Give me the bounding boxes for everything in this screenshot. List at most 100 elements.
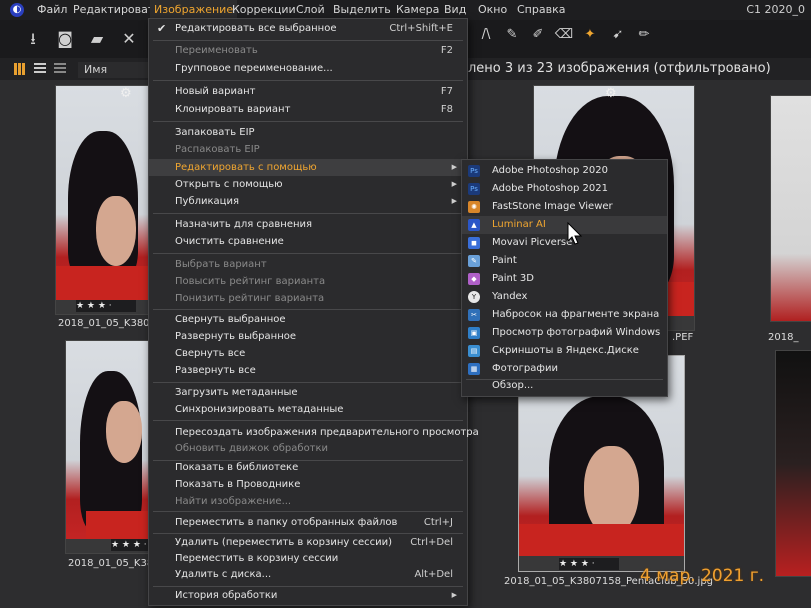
app-paint-3d[interactable]: ◆ Paint 3D [462, 270, 667, 288]
menu-item-find-image[interactable]: Найти изображение... [149, 493, 467, 510]
app-movavi[interactable]: ◼ Movavi Picverse [462, 234, 667, 252]
photoshop-icon: Ps [468, 183, 480, 195]
menu-image[interactable]: Изображение [150, 0, 238, 20]
menu-help[interactable]: Справка [517, 0, 565, 20]
gear-icon[interactable]: ⚙ [120, 86, 132, 101]
menu-item-sync-metadata[interactable]: Синхронизировать метаданные [149, 401, 467, 418]
menu-file[interactable]: Файл [37, 0, 67, 20]
app-photoshop-2021[interactable]: Ps Adobe Photoshop 2021 [462, 180, 667, 198]
close-icon[interactable]: ✕ [118, 28, 140, 50]
selection-status: елено 3 из 23 изображения (отфильтровано… [460, 61, 771, 76]
menu-item-new-variant[interactable]: Новый вариант F7 [149, 83, 467, 100]
app-photoshop-2020[interactable]: Ps Adobe Photoshop 2020 [462, 162, 667, 180]
grid-view-icon[interactable] [14, 63, 26, 75]
windows-photo-viewer-icon: ▣ [468, 327, 480, 339]
menu-item-clone-variant[interactable]: Клонировать вариант F8 [149, 101, 467, 118]
snip-sketch-icon: ✂ [468, 309, 480, 321]
paint3d-icon: ◆ [468, 273, 480, 285]
menu-item-open-with[interactable]: Открыть с помощью ▶ [149, 176, 467, 193]
photoshop-icon: Ps [468, 165, 480, 177]
menu-view[interactable]: Вид [444, 0, 466, 20]
list-view-icon[interactable] [34, 63, 46, 75]
menu-item-regenerate-previews[interactable]: Пересоздать изображения предварительного… [149, 424, 479, 441]
menu-item-edit-all-selected[interactable]: ✔ Редактировать все выбранное Ctrl+Shift+E [149, 20, 467, 37]
annotate-icon[interactable]: ✏ [634, 24, 654, 46]
browse-button[interactable]: Обзор... [462, 377, 667, 395]
brush-icon[interactable]: ✐ [528, 24, 548, 46]
menu-item-load-metadata[interactable]: Загрузить метаданные [149, 384, 467, 401]
heal-tool-icon[interactable]: ✦ [580, 24, 600, 46]
sort-select[interactable]: Имя [78, 62, 156, 78]
details-view-icon[interactable] [54, 63, 66, 75]
menu-item-collapse-all[interactable]: Свернуть все [149, 345, 467, 362]
luminar-icon: ▲ [468, 219, 480, 231]
gear-icon[interactable]: ⚙ [605, 86, 617, 101]
export-folder-icon[interactable]: ▰ [86, 28, 108, 50]
thumbnail-6[interactable] [775, 350, 811, 577]
app-faststone[interactable]: ✺ FastStone Image Viewer [462, 198, 667, 216]
menu-item-delete-from-disk[interactable]: Удалить с диска... Alt+Del [149, 566, 467, 583]
menu-item-expand-all[interactable]: Развернуть все [149, 362, 467, 379]
app-snip-sketch[interactable]: ✂ Набросок на фрагменте экрана [462, 306, 667, 324]
menu-item-processing-history[interactable]: История обработки ▶ [149, 587, 467, 604]
rating-stars[interactable]: ★ ★ ★ · [559, 558, 619, 570]
straighten-tool-icon[interactable]: /\ [476, 24, 496, 46]
menu-item-select-variant[interactable]: Выбрать вариант [149, 256, 467, 273]
photo [56, 86, 154, 300]
menu-item-edit-with[interactable]: Редактировать с помощью ▶ [149, 159, 467, 176]
eraser-icon[interactable]: ⌫ [554, 24, 574, 46]
pick-tool-icon[interactable]: ➹ [608, 24, 628, 46]
app-paint[interactable]: ✎ Paint [462, 252, 667, 270]
image-menu: ✔ Редактировать все выбранное Ctrl+Shift+E… [148, 18, 479, 606]
thumbnail-2[interactable]: ★ ★ ★ · [65, 340, 159, 554]
yandex-disk-icon: ▤ [468, 345, 480, 357]
thumbnail-1[interactable]: ★ ★ ★ · [55, 85, 155, 315]
menu-adjustments[interactable]: Коррекции [232, 0, 296, 20]
thumbnail-5-name: 2018_ [768, 332, 799, 343]
menu-item-clear-compare[interactable]: Очистить сравнение [149, 233, 467, 250]
import-icon[interactable]: ⭳ [22, 28, 44, 50]
menu-item-expand-selected[interactable]: Развернуть выбранное [149, 328, 467, 345]
color-picker-icon[interactable]: ✎ [502, 24, 522, 46]
menu-select[interactable]: Выделить [333, 0, 391, 20]
menu-edit[interactable]: Редактировать [73, 0, 161, 20]
paint-icon: ✎ [468, 255, 480, 267]
photo [776, 351, 811, 576]
app-photos[interactable]: ▦ Фотографии [462, 360, 667, 378]
menu-item-publish[interactable]: Публикация ▶ [149, 193, 467, 210]
menu-layer[interactable]: Слой [296, 0, 325, 20]
menu-item-move-to-selects[interactable]: Переместить в папку отобранных файлов Ctr… [149, 514, 467, 531]
menu-item-unpack-eip[interactable]: Распаковать EIP [149, 141, 467, 158]
thumbnail-3-name: .PEF [672, 332, 694, 343]
menu-item-rename[interactable]: Переименовать F2 [149, 42, 467, 59]
menu-item-delete-to-trash[interactable]: Удалить (переместить в корзину сессии) Ct… [149, 534, 467, 551]
app-luminar-ai[interactable]: ▲ Luminar AI [462, 216, 667, 234]
movavi-icon: ◼ [468, 237, 480, 249]
photo [66, 341, 158, 539]
menu-camera[interactable]: Камера [396, 0, 439, 20]
yandex-icon: Y [468, 291, 480, 303]
app-logo-icon: ◐ [10, 3, 24, 17]
camera-icon[interactable]: ◙ [54, 28, 76, 50]
menu-item-collapse-selected[interactable]: Свернуть выбранное [149, 311, 467, 328]
menubar: ◐ Файл Редактировать Изображение Коррекц… [0, 0, 811, 20]
cursor-tools: /\ ✎ ✐ ⌫ ✦ ➹ ✏ [468, 24, 678, 46]
app-windows-photo-viewer[interactable]: ▣ Просмотр фотографий Windows [462, 324, 667, 342]
menu-item-set-compare[interactable]: Назначить для сравнения [149, 216, 467, 233]
menu-window[interactable]: Окно [478, 0, 507, 20]
menu-item-show-in-library[interactable]: Показать в библиотеке [149, 459, 467, 476]
menu-item-move-to-trash[interactable]: Переместить в корзину сессии [149, 550, 467, 567]
menu-item-pack-eip[interactable]: Запаковать EIP [149, 124, 467, 141]
menu-item-demote-variant[interactable]: Понизить рейтинг варианта [149, 290, 467, 307]
app-yandex-disk-screenshots[interactable]: ▤ Скриншоты в Яндекс.Диске [462, 342, 667, 360]
rating-stars[interactable]: ★ ★ ★ · [76, 300, 136, 312]
photo [771, 96, 811, 321]
app-yandex[interactable]: Y Yandex [462, 288, 667, 306]
date-stamp: 4 мар. 2021 г. [640, 566, 765, 586]
window-title: C1 2020_0 [746, 3, 805, 16]
menu-item-update-engine[interactable]: Обновить движок обработки [149, 440, 467, 457]
thumbnail-5[interactable] [770, 95, 811, 322]
menu-item-promote-variant[interactable]: Повысить рейтинг варианта [149, 273, 467, 290]
menu-item-show-in-explorer[interactable]: Показать в Проводнике [149, 476, 467, 493]
menu-item-batch-rename[interactable]: Групповое переименование... [149, 60, 467, 77]
